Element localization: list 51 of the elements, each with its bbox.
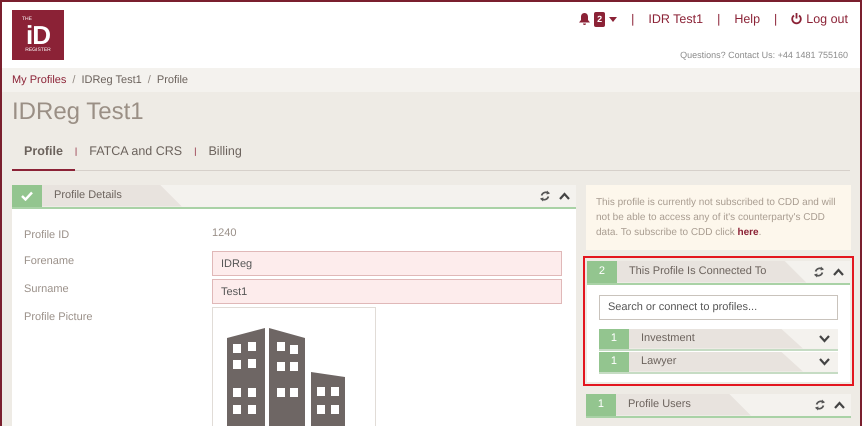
field-value: 1240 (212, 226, 236, 241)
caret-icon (609, 16, 618, 22)
count-badge: 1 (586, 394, 616, 416)
count-badge: 2 (586, 260, 617, 283)
text-field[interactable]: Test1 (212, 279, 562, 304)
expand-icon[interactable] (819, 334, 830, 343)
separator: | (631, 11, 634, 28)
group-label: Lawyer (628, 352, 803, 372)
power-icon (791, 13, 802, 26)
field-label: Surname (24, 282, 70, 298)
breadcrumb-item: IDReg Test1 (81, 72, 142, 88)
refresh-icon[interactable] (815, 398, 826, 411)
breadcrumb-link[interactable]: My Profiles (12, 72, 66, 88)
subscribe-link[interactable]: here (738, 226, 759, 238)
logout-link[interactable]: Log out (791, 10, 848, 29)
separator: | (717, 11, 720, 28)
check-icon (21, 190, 33, 201)
collapse-icon[interactable] (834, 400, 845, 409)
separator: | (774, 11, 778, 28)
collapse-icon[interactable] (833, 268, 844, 276)
notification-count: 2 (594, 12, 606, 28)
separator: / (72, 72, 76, 88)
separator: | (194, 144, 196, 158)
field-label: Profile ID (24, 228, 70, 243)
bell-icon (579, 13, 590, 26)
help-link[interactable]: Help (734, 10, 760, 29)
tab[interactable]: Billing (196, 136, 254, 171)
search-field[interactable]: Search or connect to profiles... (598, 294, 838, 320)
panel-title: This Profile Is Connected To (616, 260, 806, 283)
page-title: IDReg Test1 (11, 97, 145, 127)
notifications-button[interactable]: 2 (579, 12, 618, 28)
separator: / (148, 72, 151, 88)
panel-title: Profile Users (616, 394, 751, 416)
count-badge: 1 (598, 328, 629, 349)
group-label: Investment (628, 328, 803, 349)
field-label: Profile Picture (24, 310, 94, 326)
separator: | (74, 144, 78, 158)
notice-text: This profile is currently not subscribed to CDD and will not be able to access any of it's counterparty's CDD data. To subscribe to CDD click here. (586, 184, 851, 250)
refresh-icon[interactable] (814, 266, 825, 278)
field-label: Forename (24, 254, 76, 270)
refresh-icon[interactable] (540, 190, 551, 202)
breadcrumb-item: Profile (156, 72, 188, 88)
count-badge: 1 (598, 352, 629, 372)
panel-title: Profile Details (42, 184, 182, 207)
collapse-icon[interactable] (558, 192, 570, 200)
text-field[interactable]: IDReg (212, 251, 562, 276)
contact-info: Questions? Contact Us: +44 1481 755160 (680, 48, 848, 62)
expand-icon[interactable] (819, 358, 830, 366)
tab[interactable]: FATCA and CRS (77, 136, 194, 171)
user-link[interactable]: IDR Test1 (648, 10, 704, 29)
tab[interactable]: Profile (12, 136, 75, 171)
